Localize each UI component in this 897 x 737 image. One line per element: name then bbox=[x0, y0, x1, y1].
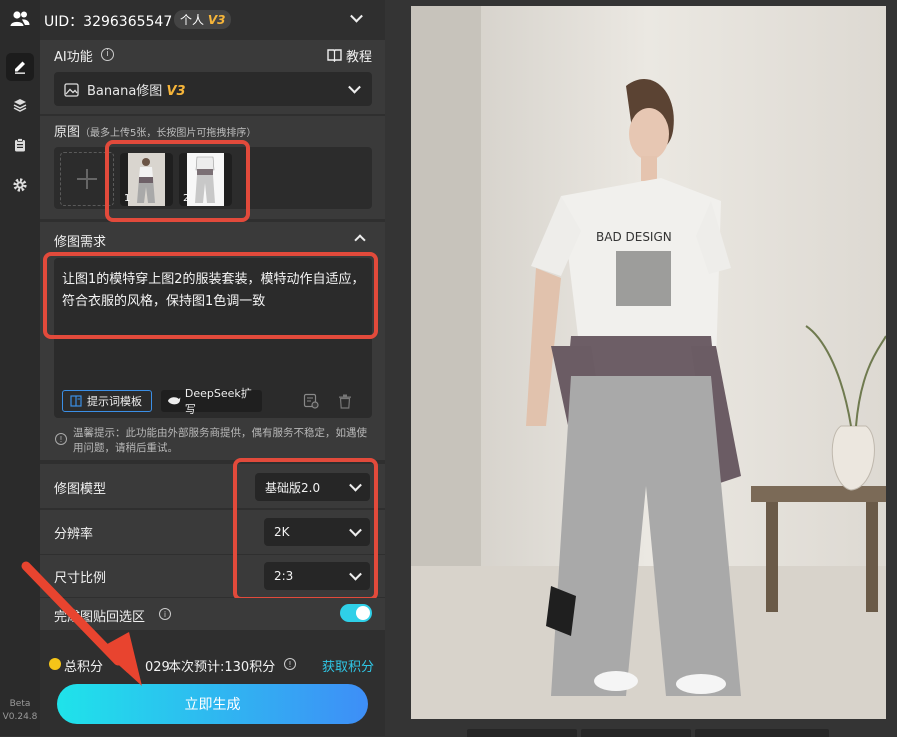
annotation-arrow bbox=[21, 561, 142, 686]
svg-text:BAD DESIGN: BAD DESIGN bbox=[596, 230, 672, 244]
result-photo: BAD DESIGN bbox=[411, 6, 886, 719]
preview-image[interactable]: BAD DESIGN bbox=[411, 6, 886, 719]
